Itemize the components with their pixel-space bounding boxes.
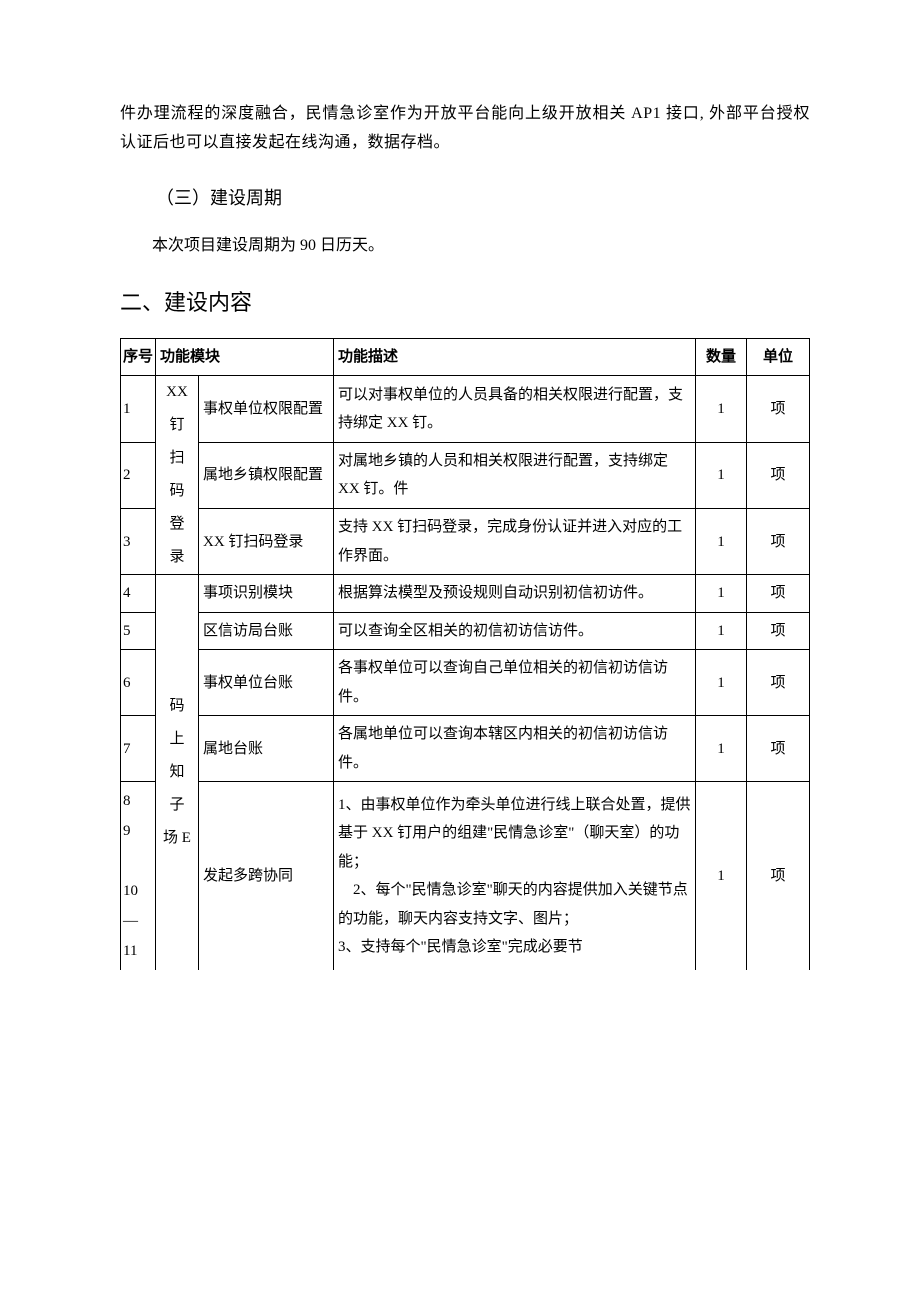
th-desc: 功能描述 (334, 338, 696, 376)
th-qty: 数量 (696, 338, 747, 376)
table-row: 6 事权单位台账 各事权单位可以查询自己单位相关的初信初访信访件。 1 项 (121, 650, 810, 716)
cell-module: 属地台账 (199, 716, 334, 782)
intro-paragraph: 件办理流程的深度融合，民情急诊室作为开放平台能向上级开放相关 AP1 接口, 外… (120, 100, 810, 158)
cell-category: XX 钉 扫 码 登 录 (156, 376, 199, 575)
table-row: 3 XX 钉扫码登录 支持 XX 钉扫码登录，完成身份认证并进入对应的工作界面。… (121, 509, 810, 575)
cell-unit: 项 (747, 442, 810, 508)
cell-qty: 1 (696, 650, 747, 716)
cell-unit: 项 (747, 716, 810, 782)
cell-qty: 1 (696, 716, 747, 782)
cell-sn: 1 (121, 376, 156, 442)
cell-desc: 对属地乡镇的人员和相关权限进行配置，支持绑定 XX 钉。件 (334, 442, 696, 508)
cell-unit: 项 (747, 509, 810, 575)
th-unit: 单位 (747, 338, 810, 376)
period-line: 本次项目建设周期为 90 日历天。 (120, 232, 810, 261)
cell-module: 区信访局台账 (199, 612, 334, 650)
th-module: 功能模块 (156, 338, 334, 376)
cell-desc: 可以对事权单位的人员具备的相关权限进行配置，支持绑定 XX 钉。 (334, 376, 696, 442)
cell-module: 事权单位台账 (199, 650, 334, 716)
cell-sn: 7 (121, 716, 156, 782)
cell-sn: 4 (121, 575, 156, 613)
content-table: 序号 功能模块 功能描述 数量 单位 1 XX 钉 扫 码 登 录 事权单位权限… (120, 338, 810, 971)
cell-unit: 项 (747, 782, 810, 971)
cell-qty: 1 (696, 509, 747, 575)
table-row: 4 码 上 知 子 场 E 事项识别模块 根据算法模型及预设规则自动识别初信初访… (121, 575, 810, 613)
cell-sn: 5 (121, 612, 156, 650)
cell-unit: 项 (747, 650, 810, 716)
cell-module: XX 钉扫码登录 (199, 509, 334, 575)
cell-module: 事项识别模块 (199, 575, 334, 613)
table-header-row: 序号 功能模块 功能描述 数量 单位 (121, 338, 810, 376)
table-row: 2 属地乡镇权限配置 对属地乡镇的人员和相关权限进行配置，支持绑定 XX 钉。件… (121, 442, 810, 508)
cell-unit: 项 (747, 376, 810, 442)
table-row: 8 9 10 — 11 发起多跨协同 1、由事权单位作为牵头单位进行线上联合处置… (121, 782, 810, 971)
table-row: 1 XX 钉 扫 码 登 录 事权单位权限配置 可以对事权单位的人员具备的相关权… (121, 376, 810, 442)
cell-category: 码 上 知 子 场 E (156, 575, 199, 971)
th-sn: 序号 (121, 338, 156, 376)
cell-sn-group: 8 9 10 — 11 (121, 782, 156, 971)
cell-desc: 1、由事权单位作为牵头单位进行线上联合处置，提供基于 XX 钉用户的组建"民情急… (334, 782, 696, 971)
cell-sn: 3 (121, 509, 156, 575)
cell-sn: 2 (121, 442, 156, 508)
cell-unit: 项 (747, 612, 810, 650)
cell-sn: 6 (121, 650, 156, 716)
cell-qty: 1 (696, 442, 747, 508)
cell-qty: 1 (696, 376, 747, 442)
cell-qty: 1 (696, 575, 747, 613)
cell-qty: 1 (696, 612, 747, 650)
table-row: 5 区信访局台账 可以查询全区相关的初信初访信访件。 1 项 (121, 612, 810, 650)
section-heading-content: 二、建设内容 (120, 285, 810, 320)
cell-desc: 各属地单位可以查询本辖区内相关的初信初访信访件。 (334, 716, 696, 782)
cell-module: 属地乡镇权限配置 (199, 442, 334, 508)
subheading-period: （三）建设周期 (120, 182, 810, 214)
cell-desc: 各事权单位可以查询自己单位相关的初信初访信访件。 (334, 650, 696, 716)
cell-module: 发起多跨协同 (199, 782, 334, 971)
cell-unit: 项 (747, 575, 810, 613)
cell-module: 事权单位权限配置 (199, 376, 334, 442)
cell-desc: 支持 XX 钉扫码登录，完成身份认证并进入对应的工作界面。 (334, 509, 696, 575)
cell-desc: 可以查询全区相关的初信初访信访件。 (334, 612, 696, 650)
cell-desc: 根据算法模型及预设规则自动识别初信初访件。 (334, 575, 696, 613)
table-row: 7 属地台账 各属地单位可以查询本辖区内相关的初信初访信访件。 1 项 (121, 716, 810, 782)
cell-qty: 1 (696, 782, 747, 971)
